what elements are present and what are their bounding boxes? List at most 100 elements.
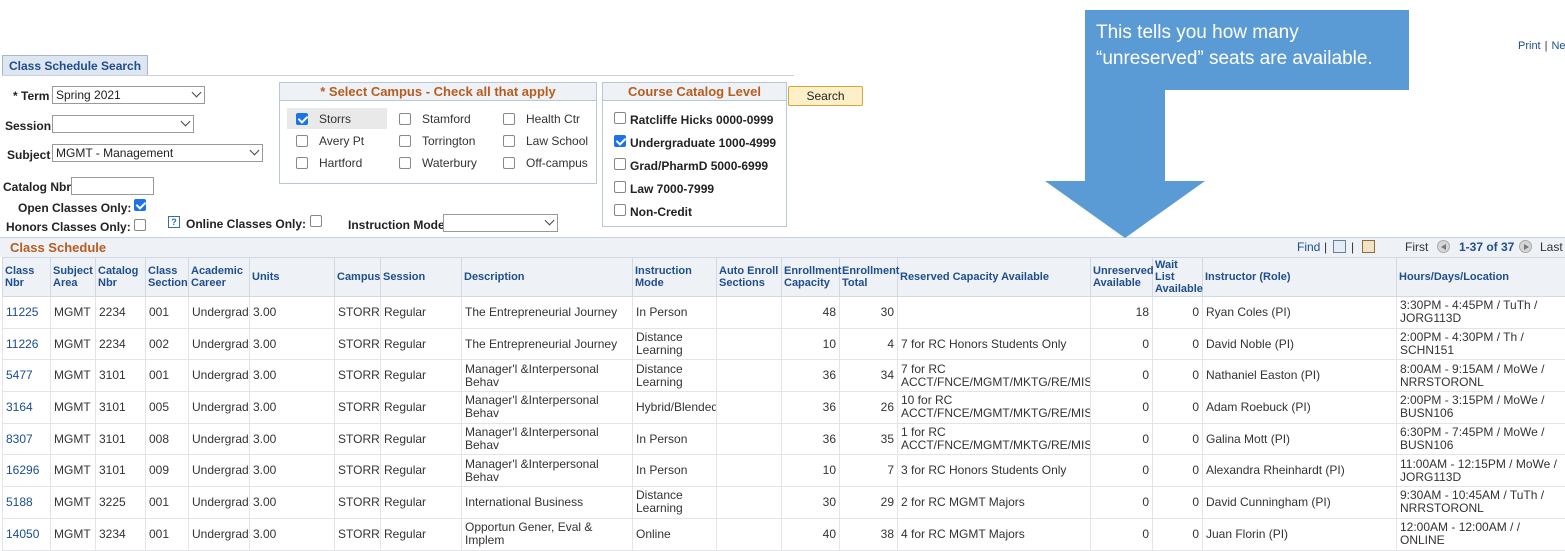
column-header[interactable]: Instruction Mode [633, 258, 717, 297]
campus-waterbury-checkbox[interactable] [399, 157, 411, 169]
cell-waitlist: 0 [1153, 487, 1203, 519]
subject-value: MGMT - Management [56, 146, 173, 160]
online-classes-checkbox[interactable] [310, 215, 322, 227]
column-header[interactable]: Description [462, 258, 633, 297]
cell-total: 35 [840, 423, 898, 455]
table-row: 14050MGMT3234001Undergrad3.00STORRRegula… [3, 518, 1565, 550]
cell-waitlist: 0 [1153, 392, 1203, 424]
cell-instructor: Nathaniel Easton (PI) [1203, 360, 1397, 392]
class-nbr-link[interactable]: 16296 [3, 455, 51, 487]
cell-campus: STORR [335, 487, 381, 519]
campus-avery-pt-checkbox[interactable] [296, 135, 308, 147]
column-header[interactable]: Campus [335, 258, 381, 297]
column-header[interactable]: Subject Area [51, 258, 96, 297]
cell-subject: MGMT [51, 487, 96, 519]
campus-hartford-checkbox[interactable] [296, 157, 308, 169]
catalog-nbr-label: Catalog Nbr [3, 180, 71, 194]
column-header[interactable]: Unreserved Available [1091, 258, 1153, 297]
cell-waitlist: 0 [1153, 297, 1203, 329]
level-grad-checkbox[interactable] [614, 158, 626, 170]
column-header[interactable]: Class Nbr [3, 258, 51, 297]
column-header[interactable]: Catalog Nbr [96, 258, 146, 297]
column-header[interactable]: Hours/Days/Location [1397, 258, 1565, 297]
cell-mode: Distance Learning [633, 328, 717, 360]
level-grad-label: Grad/PharmD 5000-6999 [630, 159, 768, 173]
class-nbr-link[interactable]: 5477 [3, 360, 51, 392]
search-button[interactable]: Search [788, 86, 863, 106]
subject-label: Subject [7, 148, 50, 162]
view-all-icon[interactable] [1333, 240, 1346, 253]
print-link[interactable]: Print [1518, 40, 1541, 52]
column-header[interactable]: Units [250, 258, 335, 297]
tab-class-schedule-search[interactable]: Class Schedule Search [2, 55, 148, 76]
class-nbr-link[interactable]: 11226 [3, 328, 51, 360]
level-law-label: Law 7000-7999 [630, 182, 714, 196]
new-window-link[interactable]: Ne [1551, 40, 1565, 52]
campus-off-campus-checkbox[interactable] [503, 157, 515, 169]
campus-law-school-checkbox[interactable] [503, 135, 515, 147]
previous-arrow-icon[interactable] [1437, 240, 1450, 253]
find-link[interactable]: Find [1297, 240, 1320, 254]
download-grid-icon[interactable] [1362, 240, 1375, 253]
cell-cap: 30 [782, 487, 840, 519]
cell-cap: 10 [782, 455, 840, 487]
chevron-down-icon [181, 117, 191, 127]
column-header[interactable]: Session [381, 258, 462, 297]
last-label[interactable]: Last [1540, 240, 1563, 254]
cell-campus: STORR [335, 518, 381, 550]
first-label[interactable]: First [1405, 240, 1428, 254]
cell-description: International Business [462, 487, 633, 519]
level-non-credit-checkbox[interactable] [614, 204, 626, 216]
cell-units: 3.00 [250, 297, 335, 329]
cell-campus: STORR [335, 360, 381, 392]
column-header[interactable]: Enrollment Total [840, 258, 898, 297]
open-classes-checkbox[interactable] [134, 199, 146, 211]
class-schedule-table: Class NbrSubject AreaCatalog NbrClass Se… [2, 257, 1565, 551]
campus-health-ctr-checkbox[interactable] [503, 113, 515, 125]
cell-reserved: 7 for RC Honors Students Only [898, 328, 1091, 360]
column-header[interactable]: Academic Career [189, 258, 250, 297]
cell-career: Undergrad [189, 360, 250, 392]
next-arrow-icon[interactable] [1519, 240, 1532, 253]
level-law-checkbox[interactable] [614, 181, 626, 193]
class-nbr-link[interactable]: 11225 [3, 297, 51, 329]
cell-career: Undergrad [189, 423, 250, 455]
cell-reserved: 3 for RC Honors Students Only [898, 455, 1091, 487]
catalog-nbr-input[interactable] [71, 177, 154, 195]
term-select[interactable]: Spring 2021 [52, 86, 205, 104]
campus-torrington-checkbox[interactable] [399, 135, 411, 147]
class-nbr-link[interactable]: 3164 [3, 392, 51, 424]
campus-storrs-checkbox[interactable] [296, 113, 308, 125]
column-header[interactable]: Enrollment Capacity [782, 258, 840, 297]
campus-avery-pt-label: Avery Pt [319, 134, 364, 148]
campus-stamford-checkbox[interactable] [399, 113, 411, 125]
cell-hours: 3:30PM - 4:45PM / TuTh / JORG113D [1397, 297, 1565, 329]
column-header[interactable]: Wait List Available [1153, 258, 1203, 297]
cell-hours: 11:00AM - 12:15PM / MoWe / JORG113D [1397, 455, 1565, 487]
cell-unreserved: 0 [1091, 518, 1153, 550]
level-undergraduate-checkbox[interactable] [614, 135, 626, 147]
column-header[interactable]: Auto Enroll Sections [717, 258, 782, 297]
class-nbr-link[interactable]: 14050 [3, 518, 51, 550]
class-nbr-link[interactable]: 5188 [3, 487, 51, 519]
cell-mode: Distance Learning [633, 487, 717, 519]
instruction-mode-select[interactable] [443, 214, 558, 232]
subject-select[interactable]: MGMT - Management [52, 144, 263, 162]
honors-classes-checkbox[interactable] [134, 219, 146, 231]
cell-subject: MGMT [51, 297, 96, 329]
cell-cap: 36 [782, 392, 840, 424]
column-header[interactable]: Instructor (Role) [1203, 258, 1397, 297]
cell-instructor: David Noble (PI) [1203, 328, 1397, 360]
session-select[interactable] [52, 115, 194, 133]
cell-total: 7 [840, 455, 898, 487]
column-header[interactable]: Class Section [146, 258, 189, 297]
cell-catalog: 3101 [96, 455, 146, 487]
column-header[interactable]: Reserved Capacity Available [898, 258, 1091, 297]
cell-hours: 9:30AM - 10:45AM / TuTh / NRRSTORONL [1397, 487, 1565, 519]
level-ratcliffe-checkbox[interactable] [614, 112, 626, 124]
cell-total: 34 [840, 360, 898, 392]
class-nbr-link[interactable]: 8307 [3, 423, 51, 455]
level-non-credit-label: Non-Credit [630, 205, 692, 219]
cell-auto [717, 518, 782, 550]
help-icon[interactable]: ? [168, 216, 180, 228]
